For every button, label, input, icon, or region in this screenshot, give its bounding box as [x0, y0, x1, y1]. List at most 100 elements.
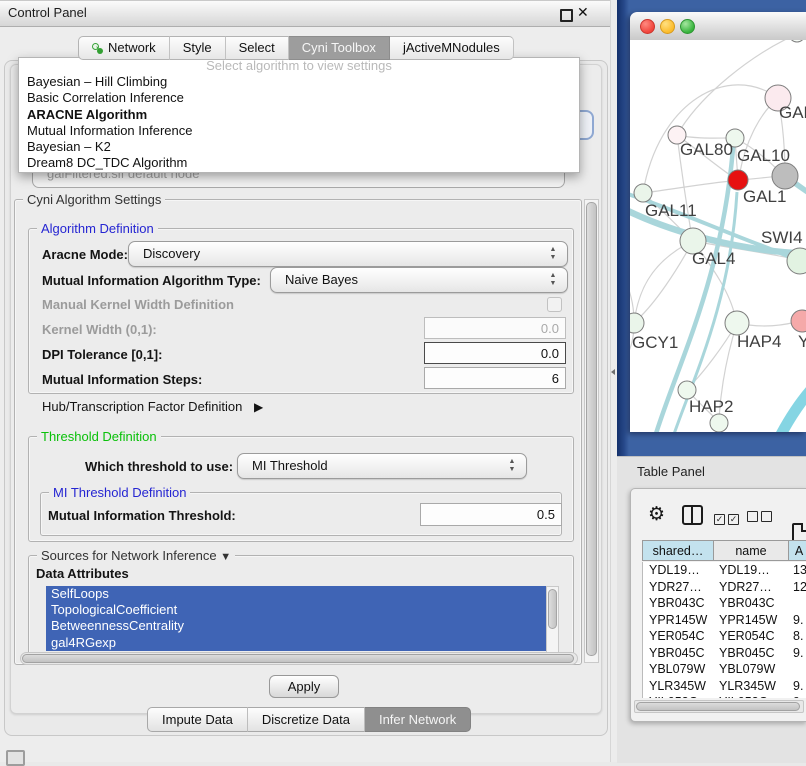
dropdown-item[interactable]: Basic Correlation Inference [19, 90, 579, 106]
table-cell: 9. [787, 645, 806, 662]
attribute-item[interactable]: gal4RGexp [46, 635, 546, 651]
algorithm-definition-title: Algorithm Definition [37, 221, 158, 236]
tab-style[interactable]: Style [170, 36, 226, 60]
tab-label: jActiveMNodules [403, 37, 500, 59]
table-row[interactable]: YIL052CYIL052C9. [643, 694, 806, 698]
which-threshold-combobox[interactable]: MI Threshold ▲▼ [237, 453, 527, 479]
network-edge[interactable] [776, 380, 806, 432]
aracne-mode-value: Discovery [143, 246, 200, 261]
tab-infer-network[interactable]: Infer Network [365, 707, 471, 732]
minimize-traffic-light-icon[interactable] [660, 19, 675, 34]
table-column-header[interactable]: A [789, 540, 806, 561]
network-node-label: Y [798, 332, 806, 351]
network-edge[interactable] [643, 181, 732, 193]
desktop-shadow-edge [617, 0, 629, 456]
mi-steps-field[interactable]: 6 [424, 367, 566, 389]
tab-label: Select [239, 37, 275, 59]
table-cell: 9. [787, 694, 806, 698]
table-cell: YDR27… [713, 579, 787, 596]
close-traffic-light-icon[interactable] [640, 19, 655, 34]
network-node[interactable] [789, 40, 805, 42]
dropdown-item[interactable]: Bayesian – Hill Climbing [19, 74, 579, 90]
sources-group-title: Sources for Network Inference ▼ [37, 548, 235, 563]
mi-threshold-label: Mutual Information Threshold: [48, 508, 236, 523]
hub-definition-label: Hub/Transcription Factor Definition [42, 399, 242, 414]
table-header-row: shared…nameA [642, 540, 806, 561]
table-row[interactable]: YDR27…YDR27…12 [643, 579, 806, 596]
close-icon[interactable]: ✕ [577, 4, 589, 21]
table-cell: YLR345W [713, 678, 787, 695]
network-node-label: GCY1 [632, 333, 678, 352]
manual-kernel-width-checkbox[interactable] [547, 297, 562, 312]
network-edge[interactable] [638, 241, 693, 319]
attributes-scrollbar-thumb[interactable] [548, 589, 557, 629]
expander-down-arrow-icon[interactable]: ▼ [220, 551, 231, 563]
settings-scrollbar-thumb[interactable] [586, 202, 597, 656]
table-hscrollbar-thumb[interactable] [636, 702, 800, 711]
network-node[interactable] [791, 310, 806, 332]
network-edge[interactable] [634, 245, 685, 323]
mi-threshold-definition-title: MI Threshold Definition [49, 485, 190, 500]
minimized-panel-icon[interactable] [6, 750, 25, 766]
network-node[interactable] [772, 163, 798, 189]
algorithm-dropdown-popup: Select algorithm to view settingsBayesia… [18, 57, 580, 173]
dropdown-item[interactable]: Dream8 DC_TDC Algorithm [19, 155, 579, 171]
table-cell: YER054C [643, 628, 713, 645]
dpi-tolerance-field[interactable]: 0.0 [424, 342, 566, 364]
tab-cyni-toolbox[interactable]: Cyni Toolbox [289, 36, 390, 60]
apply-button[interactable]: Apply [269, 675, 339, 698]
dropdown-item[interactable]: ARACNE Algorithm [19, 107, 579, 123]
settings-horizontal-scrollbar[interactable] [20, 652, 578, 665]
settings-hscrollbar-thumb[interactable] [22, 654, 574, 663]
tab-network[interactable]: Network [78, 36, 170, 60]
table-horizontal-scrollbar[interactable] [634, 700, 804, 713]
attributes-vertical-scrollbar[interactable] [546, 586, 559, 653]
attribute-item[interactable]: BetweennessCentrality [46, 618, 546, 634]
tab-select[interactable]: Select [226, 36, 289, 60]
table-row[interactable]: YER054CYER054C8. [643, 628, 806, 645]
attribute-item[interactable]: SelfLoops [46, 586, 546, 602]
table-cell [787, 595, 806, 612]
dropdown-item[interactable]: Bayesian – K2 [19, 139, 579, 155]
settings-vertical-scrollbar[interactable] [584, 199, 599, 663]
table-row[interactable]: YLR345WYLR345W9. [643, 678, 806, 695]
deselect-all-checkboxes-icon[interactable] [747, 509, 772, 527]
aracne-mode-combobox[interactable]: Discovery ▲▼ [128, 241, 568, 267]
table-cell: YIL052C [713, 694, 787, 698]
mi-algorithm-type-combobox[interactable]: Naive Bayes ▲▼ [270, 267, 568, 293]
mi-threshold-field[interactable]: 0.5 [420, 503, 562, 526]
table-row[interactable]: YPR145WYPR145W9. [643, 612, 806, 629]
table-row[interactable]: YDL19…YDL19…13 [643, 562, 806, 579]
table-cell: 8. [787, 628, 806, 645]
network-node[interactable] [710, 414, 728, 432]
threshold-definition-title: Threshold Definition [37, 429, 161, 444]
table-cell: YPR145W [713, 612, 787, 629]
mi-steps-label: Mutual Information Steps: [42, 372, 202, 387]
float-window-icon[interactable] [560, 9, 573, 22]
column-layout-icon[interactable] [682, 505, 703, 525]
dropdown-item[interactable]: Mutual Information Inference [19, 123, 579, 139]
table-column-header[interactable]: name [714, 540, 789, 561]
network-canvas[interactable]: GALGAL80GAL10GAL1GAL11GAL4SWI4GCY1HAP4YH… [630, 40, 806, 432]
table-row[interactable]: YBR045CYBR045C9. [643, 645, 806, 662]
tab-discretize-data[interactable]: Discretize Data [248, 707, 365, 732]
select-all-checkboxes-icon[interactable]: ✓✓ [714, 509, 739, 527]
table-cell: YBL079W [713, 661, 787, 678]
data-attributes-list[interactable]: SelfLoopsTopologicalCoefficientBetweenne… [46, 586, 546, 651]
network-node[interactable] [634, 184, 652, 202]
zoom-traffic-light-icon[interactable] [680, 19, 695, 34]
table-cell: YBL079W [643, 661, 713, 678]
table-row[interactable]: YBL079WYBL079W [643, 661, 806, 678]
network-edge[interactable] [643, 85, 778, 193]
table-row[interactable]: YBR043CYBR043C [643, 595, 806, 612]
attribute-item[interactable]: TopologicalCoefficient [46, 602, 546, 618]
gear-icon[interactable]: ⚙ [648, 505, 665, 524]
tab-label: Network [108, 37, 156, 59]
table-body[interactable]: YDL19…YDL19…13YDR27…YDR27…12YBR043CYBR04… [642, 562, 806, 698]
tab-jactivemnodules[interactable]: jActiveMNodules [390, 36, 514, 60]
tab-impute-data[interactable]: Impute Data [147, 707, 248, 732]
kernel-width-field[interactable]: 0.0 [424, 317, 566, 339]
hub-definition-expander[interactable]: Hub/Transcription Factor Definition ▶ [42, 399, 263, 414]
splitter-collapse-icon[interactable] [611, 369, 615, 375]
table-column-header[interactable]: shared… [642, 540, 714, 561]
